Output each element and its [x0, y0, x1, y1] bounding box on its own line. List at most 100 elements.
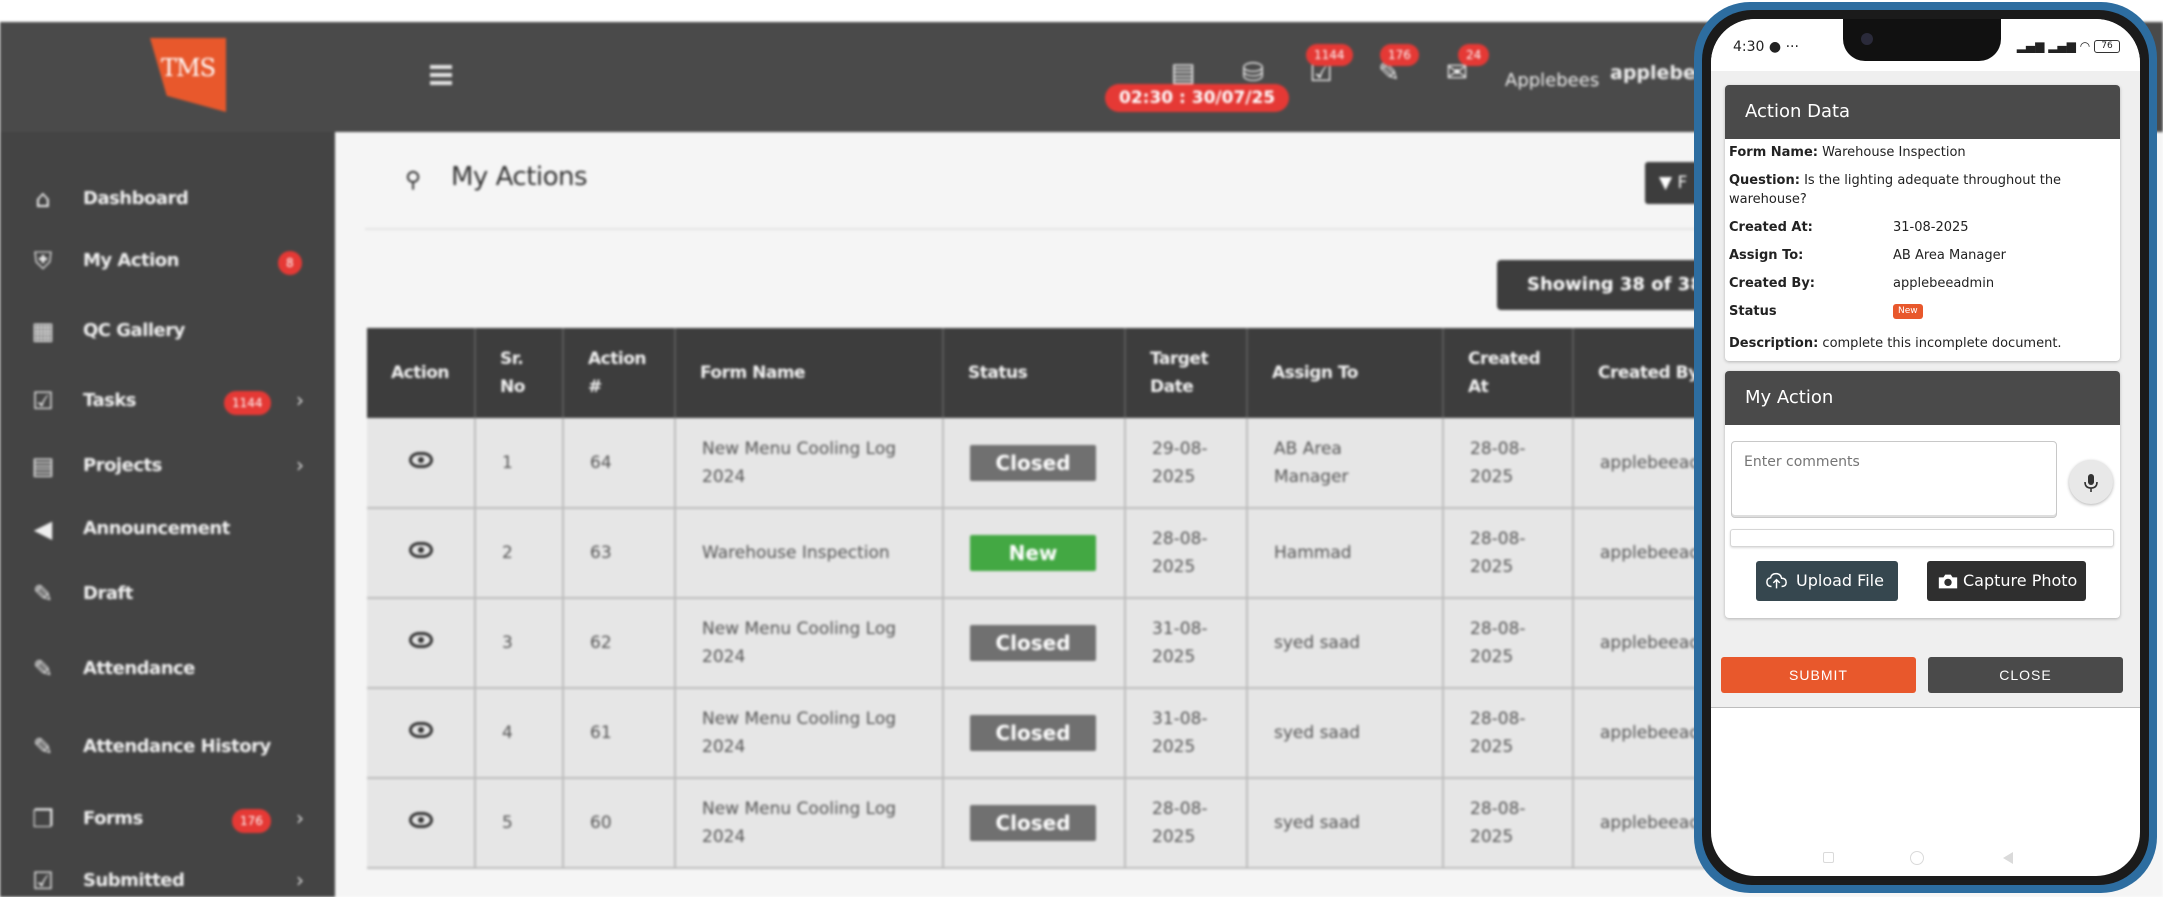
my-action-title: My Action [1725, 371, 2120, 425]
upload-file-button[interactable]: Upload File [1756, 561, 1898, 601]
sidebar-item-draft[interactable]: ✎ Draft [0, 575, 335, 615]
sidebar-item-tasks[interactable]: ☑ Tasks 1144 › [0, 382, 335, 422]
table-row: 2 63 Warehouse Inspection New 28-08-2025… [367, 508, 1808, 599]
edit-doc-icon: ✎ [32, 655, 54, 683]
comments-input[interactable] [1731, 441, 2057, 518]
view-eye-icon[interactable] [408, 632, 433, 648]
database-icon[interactable]: ⛁ [1240, 60, 1266, 86]
sidebar-item-qc-gallery[interactable]: ▦ QC Gallery [0, 312, 335, 352]
action-data-card: Action Data Form Name: Warehouse Inspect… [1725, 85, 2120, 361]
sidebar-item-attendance[interactable]: ✎ Attendance [0, 650, 335, 690]
my-action-card: My Action Enter comments Upload File Cap… [1725, 371, 2120, 618]
cell-form-name: New Menu Cooling Log 2024 [675, 688, 944, 779]
cell-form-name: New Menu Cooling Log 2024 [675, 598, 944, 689]
col-header[interactable]: Target Date [1125, 328, 1248, 418]
table-row: 1 64 New Menu Cooling Log 2024 Closed 29… [367, 418, 1808, 509]
app-logo[interactable]: TMS [150, 38, 226, 112]
close-button[interactable]: CLOSE [1928, 657, 2123, 693]
cell-sr: 2 [475, 508, 564, 599]
cell-action-number: 61 [563, 688, 676, 779]
chat-count-badge: 24 [1458, 44, 1490, 66]
microphone-icon [2084, 473, 2098, 492]
menu-toggle-icon[interactable] [430, 65, 452, 85]
datetime-badge: 02:30 : 30/07/25 [1105, 84, 1290, 112]
camera-icon [1938, 574, 1958, 589]
view-eye-icon[interactable] [408, 722, 433, 738]
microphone-button[interactable] [2069, 460, 2113, 504]
created-at-row: Created At: 31-08-2025 [1729, 220, 1969, 235]
status-badge: Closed [970, 625, 1096, 661]
sidebar-item-label: My Action [83, 250, 179, 271]
cell-target-date: 31-08-2025 [1125, 598, 1248, 689]
edit-doc-icon: ✎ [32, 733, 54, 761]
col-header[interactable]: Created At [1443, 328, 1574, 418]
sidebar-item-projects[interactable]: ▤ Projects › [0, 447, 335, 487]
form-name-row: Form Name: Warehouse Inspection [1729, 145, 1966, 160]
cell-created-at: 28-08-2025 [1443, 598, 1574, 689]
col-header[interactable]: Action # [563, 328, 676, 418]
view-eye-icon[interactable] [408, 542, 433, 558]
assign-to-value: AB Area Manager [1893, 248, 2006, 263]
sidebar-item-label: Announcement [83, 518, 230, 539]
recents-icon[interactable] [1823, 852, 1834, 863]
android-nav-bar [1711, 848, 2140, 868]
megaphone-icon: ◀ [33, 515, 53, 543]
back-icon[interactable] [2003, 852, 2013, 864]
created-at-value: 31-08-2025 [1893, 220, 1969, 235]
col-header[interactable]: Form Name [675, 328, 944, 418]
created-by-value: applebeeadmin [1893, 276, 1995, 291]
modal-body: Action Data Form Name: Warehouse Inspect… [1711, 71, 2140, 708]
cell-sr: 5 [475, 778, 564, 869]
brand-label[interactable]: Applebees [1505, 70, 1599, 91]
sidebar-item-announcement[interactable]: ◀ Announcement [0, 510, 335, 550]
col-header[interactable]: Action [367, 328, 476, 418]
chevron-right-icon: › [296, 453, 304, 477]
sidebar-item-submitted[interactable]: ☑ Submitted › [0, 862, 335, 897]
cell-sr: 1 [475, 418, 564, 509]
status-time: 4:30 ● ··· [1733, 39, 1799, 55]
table-row: 5 60 New Menu Cooling Log 2024 Closed 28… [367, 778, 1808, 869]
col-header[interactable]: Assign To [1247, 328, 1444, 418]
camera-notch [1843, 19, 2001, 61]
phone-screen: 4:30 ● ··· ▂▄▆ ▂▄▆ ◠ 76 Action Data Form… [1711, 19, 2140, 876]
sidebar-item-label: Draft [83, 583, 133, 604]
cell-assign-to: AB Area Manager [1247, 418, 1444, 509]
form-icon: ❐ [32, 805, 54, 833]
page-title: My Actions [451, 162, 588, 192]
sidebar-item-my-action[interactable]: ⛨ My Action 8 [0, 242, 335, 282]
capture-photo-button[interactable]: Capture Photo [1927, 561, 2086, 601]
phone-bezel: 4:30 ● ··· ▂▄▆ ▂▄▆ ◠ 76 Action Data Form… [1702, 10, 2149, 885]
submit-button[interactable]: SUBMIT [1721, 657, 1916, 693]
sidebar-badge: 1144 [224, 391, 271, 415]
cell-form-name: New Menu Cooling Log 2024 [675, 778, 944, 869]
actions-table: Action Sr. No Action # Form Name Status … [367, 328, 1808, 869]
status-badge: New [1893, 304, 1923, 319]
created-by-row: Created By: applebeeadmin [1729, 276, 1995, 291]
cell-action-number: 60 [563, 778, 676, 869]
view-eye-icon[interactable] [408, 812, 433, 828]
sidebar: ⌂ Dashboard ⛨ My Action 8 ▦ QC Gallery ☑… [0, 132, 335, 897]
home-nav-icon[interactable] [1910, 851, 1924, 865]
cell-target-date: 28-08-2025 [1125, 508, 1248, 599]
sidebar-item-attendance-history[interactable]: ✎ Attendance History [0, 728, 335, 768]
sidebar-item-label: Dashboard [83, 188, 189, 209]
col-header[interactable]: Status [943, 328, 1126, 418]
col-header[interactable]: Sr. No [475, 328, 564, 418]
divider [365, 228, 1785, 230]
sidebar-item-dashboard[interactable]: ⌂ Dashboard [0, 180, 335, 220]
cell-created-at: 28-08-2025 [1443, 418, 1574, 509]
home-icon: ⌂ [35, 185, 51, 213]
location-pin-icon: ⚲ [405, 168, 422, 193]
chevron-right-icon: › [296, 806, 304, 830]
checkbox-icon: ☑ [32, 387, 54, 415]
cell-created-at: 28-08-2025 [1443, 778, 1574, 869]
view-eye-icon[interactable] [408, 451, 433, 468]
battery-icon: 76 [2094, 40, 2120, 53]
store-icon[interactable]: ▤ [1170, 60, 1196, 86]
status-badge: Closed [970, 805, 1096, 841]
cell-target-date: 29-08-2025 [1125, 418, 1248, 509]
submitted-icon: ☑ [32, 867, 54, 895]
calendar-icon: ▦ [31, 317, 55, 345]
sidebar-item-forms[interactable]: ❐ Forms 176 › [0, 800, 335, 840]
cell-target-date: 31-08-2025 [1125, 688, 1248, 779]
